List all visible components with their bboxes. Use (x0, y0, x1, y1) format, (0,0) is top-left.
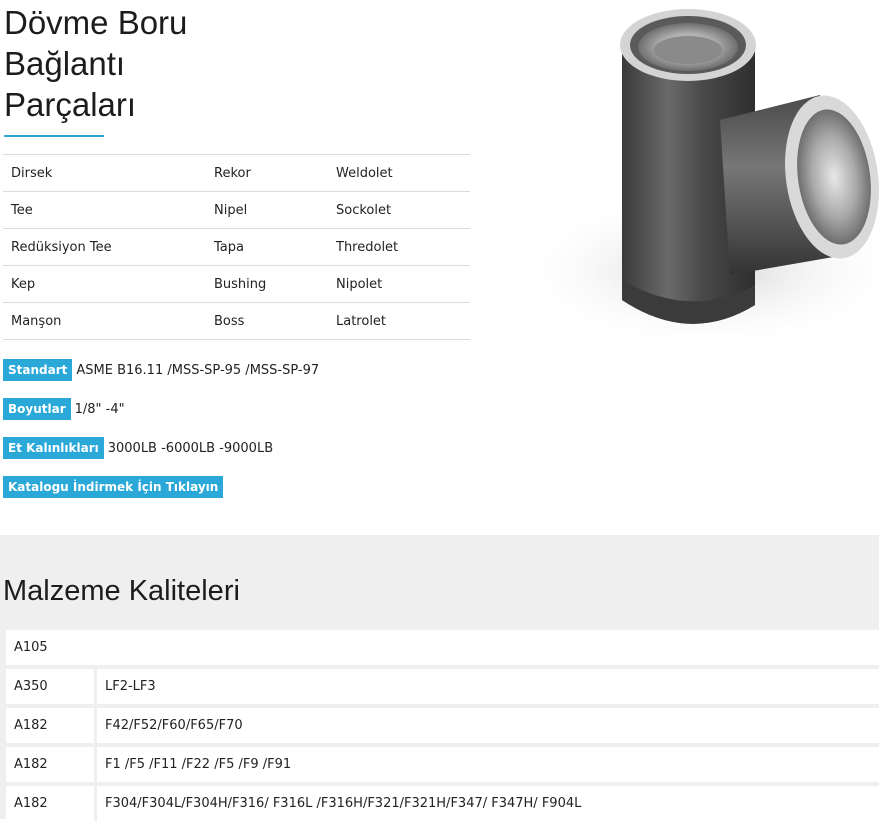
catalog-row: Katalogu İndirmek İçin Tıklayın (3, 476, 224, 498)
et-kalinliklari-value: 3000LB -6000LB -9000LB (107, 440, 274, 456)
table-row: Dirsek Rekor Weldolet (3, 154, 470, 192)
materials-title: Malzeme Kaliteleri (3, 575, 240, 607)
fitting-cell: Nipel (206, 191, 328, 229)
table-row: A350 LF2-LF3 (6, 669, 879, 704)
catalog-download-button[interactable]: Katalogu İndirmek İçin Tıklayın (3, 476, 224, 498)
table-row: Redüksiyon Tee Tapa Thredolet (3, 228, 470, 266)
material-grade: A182 (6, 747, 97, 782)
material-grade: A182 (6, 786, 97, 821)
fitting-cell: Weldolet (328, 154, 470, 192)
spec-boyutlar: Boyutlar 1/8" -4" (3, 398, 125, 420)
material-values: LF2-LF3 (97, 669, 879, 704)
material-values: F1 /F5 /F11 /F22 /F5 /F9 /F91 (97, 747, 879, 782)
et-kalinliklari-badge: Et Kalınlıkları (3, 437, 104, 459)
fittings-table: Dirsek Rekor Weldolet Tee Nipel Sockolet… (3, 154, 470, 340)
spec-et-kalinliklari: Et Kalınlıkları 3000LB -6000LB -9000LB (3, 437, 273, 459)
page-title: Dövme Boru Bağlantı Parçaları (4, 2, 244, 125)
boyutlar-badge: Boyutlar (3, 398, 71, 420)
fitting-cell: Tee (3, 191, 206, 229)
table-row: A182 F1 /F5 /F11 /F22 /F5 /F9 /F91 (6, 747, 879, 782)
material-grade: A182 (6, 708, 97, 743)
fitting-cell: Bushing (206, 265, 328, 303)
fitting-cell: Sockolet (328, 191, 470, 229)
material-grade: A350 (6, 669, 97, 704)
title-line-1: Dövme Boru (4, 4, 188, 41)
forged-tee-fitting-image-svg (510, 9, 879, 350)
table-row: Tee Nipel Sockolet (3, 191, 470, 229)
material-values (97, 630, 879, 665)
boyutlar-value: 1/8" -4" (74, 401, 125, 417)
fitting-cell: Boss (206, 302, 328, 340)
fitting-cell: Rekor (206, 154, 328, 192)
spec-standart: Standart ASME B16.11 /MSS-SP-95 /MSS-SP-… (3, 359, 319, 381)
fitting-cell: Nipolet (328, 265, 470, 303)
standart-badge: Standart (3, 359, 73, 381)
table-row: A105 (6, 630, 879, 665)
standart-value: ASME B16.11 /MSS-SP-95 /MSS-SP-97 (76, 362, 320, 378)
forged-tee-fitting-image (500, 0, 879, 360)
fitting-cell: Thredolet (328, 228, 470, 266)
table-row: A182 F304/F304L/F304H/F316/ F316L /F316H… (6, 786, 879, 821)
table-row: Kep Bushing Nipolet (3, 265, 470, 303)
materials-section: Malzeme Kaliteleri A105 A350 LF2-LF3 A18… (0, 535, 879, 821)
product-section: Dövme Boru Bağlantı Parçaları Dirsek Rek… (0, 0, 879, 535)
material-grade: A105 (6, 630, 97, 665)
material-values: F304/F304L/F304H/F316/ F316L /F316H/F321… (97, 786, 879, 821)
fitting-cell: Redüksiyon Tee (3, 228, 206, 266)
materials-table: A105 A350 LF2-LF3 A182 F42/F52/F60/F65/F… (6, 626, 879, 825)
table-row: Manşon Boss Latrolet (3, 302, 470, 340)
table-row: A182 F42/F52/F60/F65/F70 (6, 708, 879, 743)
fitting-cell: Kep (3, 265, 206, 303)
title-underline (4, 135, 104, 137)
material-values: F42/F52/F60/F65/F70 (97, 708, 879, 743)
title-line-2: Bağlantı (4, 45, 126, 82)
fitting-cell: Latrolet (328, 302, 470, 340)
fitting-cell: Tapa (206, 228, 328, 266)
title-line-3: Parçaları (4, 86, 137, 123)
fitting-cell: Manşon (3, 302, 206, 340)
fitting-cell: Dirsek (3, 154, 206, 192)
